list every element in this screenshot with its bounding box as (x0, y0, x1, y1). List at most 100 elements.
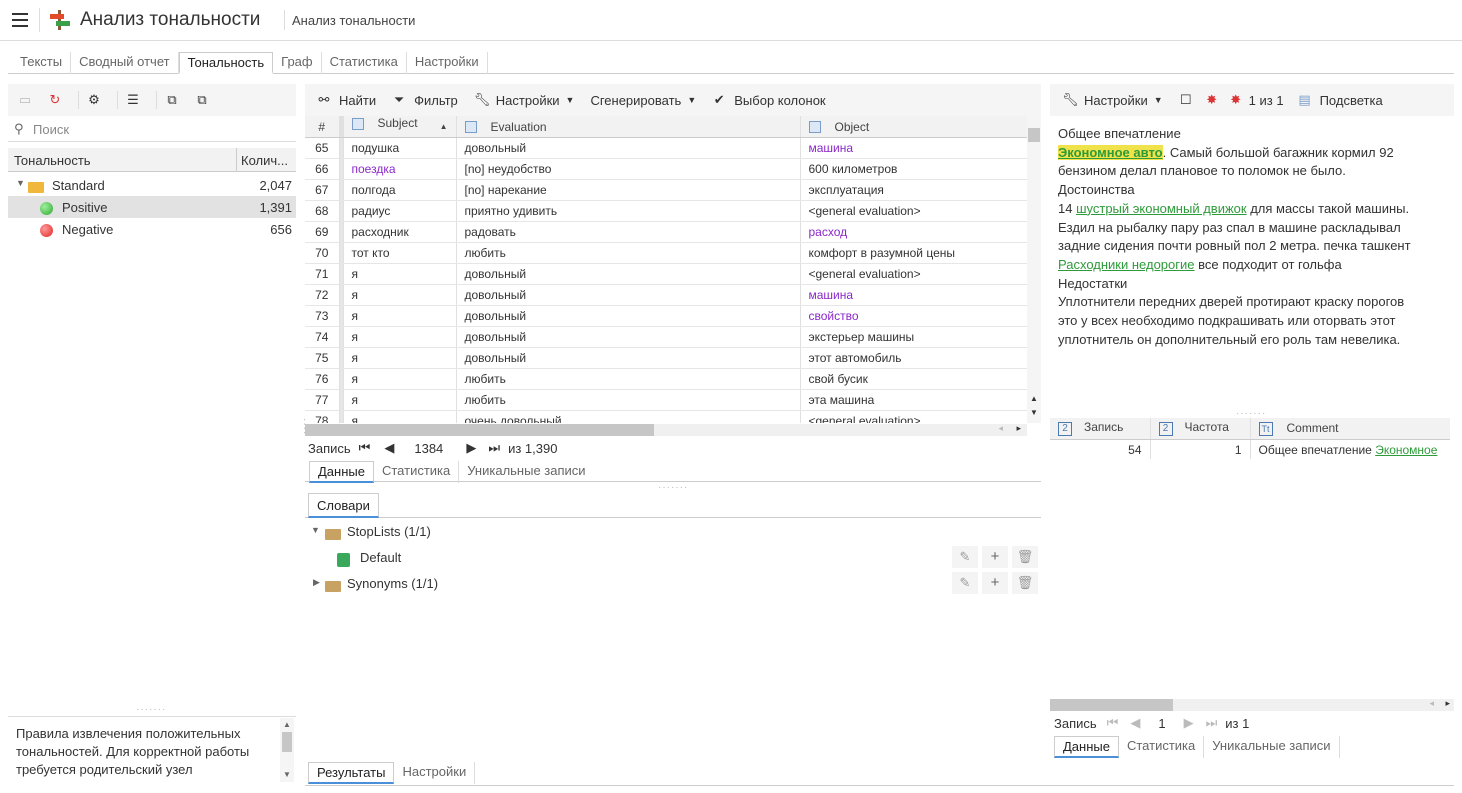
tab-results[interactable]: Результаты (308, 762, 395, 784)
expand-icon[interactable]: ⧉ (165, 93, 179, 107)
edit-icon[interactable]: ✎ (952, 546, 978, 568)
tab-settings-bottom[interactable]: Настройки (394, 762, 476, 784)
table-row[interactable]: 74 я довольный экстерьер машины (305, 326, 1027, 348)
dict-node-synonyms[interactable]: ▶ Synonyms (1/1) ✎ + 🗑︎ (305, 572, 1041, 596)
table-row[interactable]: 68 радиус приятно удивить <general evaluati… (305, 200, 1027, 222)
choose-columns-button[interactable]: ✔ Выбор колонок (712, 92, 826, 108)
center-grid-vscroll[interactable]: ▲ ▼ (1027, 116, 1041, 423)
col-sentiment[interactable]: Тональность (14, 153, 91, 168)
table-row[interactable]: 75 я довольный этот автомобиль (305, 347, 1027, 369)
gear-icon[interactable]: ⚙ (87, 93, 101, 107)
generate-button[interactable]: Сгенерировать ▼ (590, 93, 696, 108)
divider (39, 8, 40, 32)
edit-icon[interactable]: ✎ (952, 572, 978, 594)
table-row[interactable]: 65 подушка довольный машина (305, 137, 1027, 159)
sentiment-link[interactable]: Расходники недорогие (1058, 257, 1195, 272)
tab-statistics[interactable]: Статистика (322, 52, 407, 74)
col-comment[interactable]: Tt Comment (1250, 418, 1450, 440)
collapse-icon[interactable]: ⧉ (195, 93, 209, 107)
search-input[interactable]: Поиск (33, 122, 69, 137)
prev-record-icon[interactable]: ◀ (384, 440, 394, 456)
next-record-icon[interactable]: ▶ (466, 440, 476, 456)
splitter-handle[interactable]: ······· (136, 704, 166, 715)
trash-icon[interactable]: 🗑︎ (1012, 546, 1038, 568)
cell-evaluation: довольный (456, 284, 801, 306)
tab-summary[interactable]: Сводный отчет (71, 52, 179, 74)
tab-texts[interactable]: Тексты (12, 52, 72, 74)
table-row[interactable]: 67 полгода [no] нарекание эксплуатация (305, 179, 1027, 201)
save-icon[interactable]: ▭ (18, 93, 32, 107)
tab-statistics[interactable]: Статистика (1119, 736, 1205, 758)
right-settings-button[interactable]: 🔧︎ Настройки ▼ (1062, 93, 1163, 108)
col-record[interactable]: 2 Запись (1050, 418, 1151, 440)
table-row[interactable]: 77 я любить эта машина (305, 389, 1027, 411)
refresh-icon[interactable]: ↻ (48, 93, 62, 107)
table-row[interactable]: 69 расходник радовать расход (305, 221, 1027, 243)
dict-node-default[interactable]: Default ✎ + 🗑︎ (305, 546, 1041, 570)
col-frequency[interactable]: 2 Частота (1150, 418, 1251, 440)
tab-unique[interactable]: Уникальные записи (459, 461, 593, 483)
tree-node-standard[interactable]: ▼ Standard 2,047 (8, 174, 296, 196)
menu-icon[interactable] (12, 13, 28, 27)
highlight-button[interactable]: ▤ Подсветка (1298, 93, 1382, 108)
first-record-icon[interactable]: ⏮ (359, 440, 371, 456)
table-row[interactable]: 71 я довольный <general evaluation> (305, 263, 1027, 285)
record-input[interactable]: 1 (1158, 716, 1165, 731)
right-grid-hscroll[interactable]: ◂ ▸ (1050, 698, 1454, 711)
table-row[interactable]: 66 поездка [no] неудобство 600 километров (305, 158, 1027, 180)
find-button[interactable]: ⚯ Найти (317, 93, 377, 108)
next-highlight-icon[interactable]: ✸ (1229, 93, 1243, 107)
record-input[interactable]: 1384 (414, 441, 454, 456)
sort-asc-icon[interactable]: ▲ (440, 116, 448, 137)
settings-button[interactable]: 🔧︎ Настройки ▼ (474, 93, 575, 108)
prev-record-icon[interactable]: ◀ (1130, 715, 1140, 731)
table-row[interactable]: 76 я любить свой бусик (305, 368, 1027, 390)
tab-settings[interactable]: Настройки (407, 52, 488, 74)
chevron-down-icon[interactable]: ▼ (16, 178, 25, 188)
splitter-handle[interactable]: ···· (299, 418, 310, 435)
next-record-icon[interactable]: ▶ (1184, 715, 1194, 731)
add-icon[interactable]: + (982, 546, 1008, 568)
cell-number: 70 (305, 242, 340, 264)
chevron-down-icon[interactable]: ▼ (311, 525, 320, 535)
col-object[interactable]: Object (800, 116, 1027, 138)
sentiment-link[interactable]: шустрый экономный движок (1076, 201, 1247, 216)
chevron-right-icon[interactable]: ▶ (313, 577, 320, 588)
highlight-phrase[interactable]: Экономное авто (1058, 144, 1163, 160)
tab-unique[interactable]: Уникальные записи (1204, 736, 1340, 758)
dict-tabs: Словари (308, 493, 379, 518)
table-row[interactable]: 78 я очень довольный <general evaluation> (305, 410, 1027, 423)
last-record-icon[interactable]: ⏭ (1206, 715, 1218, 731)
filter-button[interactable]: ⏷ Фильтр (392, 93, 458, 108)
col-evaluation[interactable]: Evaluation (456, 116, 801, 138)
description-scrollbar[interactable]: ▲ ▼ (280, 718, 294, 782)
tab-graph[interactable]: Граф (273, 52, 322, 74)
center-grid-hscroll[interactable]: ◂ ▸ (305, 423, 1027, 436)
col-subject[interactable]: Subject ▲ (343, 116, 457, 138)
table-row[interactable]: 70 тот кто любить комфорт в разумной цены (305, 242, 1027, 264)
tab-data[interactable]: Данные (309, 461, 374, 483)
col-count[interactable]: Колич... (241, 153, 288, 168)
check-icon: ✔ (713, 92, 725, 107)
table-row[interactable]: 54 1 Общее впечатление Экономное (1050, 438, 1450, 459)
tab-dictionaries[interactable]: Словари (308, 493, 379, 518)
first-record-icon[interactable]: ⏮ (1107, 715, 1119, 731)
tree-node-positive[interactable]: Positive 1,391 (8, 196, 296, 218)
cell-evaluation: любить (456, 389, 801, 411)
table-row[interactable]: 73 я довольный свойство (305, 305, 1027, 327)
tab-statistics[interactable]: Статистика (374, 461, 460, 483)
note-icon[interactable]: ☐ (1179, 93, 1193, 107)
dict-node-stoplists[interactable]: ▼ StopLists (1/1) (305, 521, 1041, 543)
tab-sentiment[interactable]: Тональность (178, 52, 274, 74)
last-record-icon[interactable]: ⏭ (488, 440, 500, 456)
search-box[interactable]: ⚲ Поиск (8, 118, 296, 142)
tree-node-negative[interactable]: Negative 656 (8, 218, 296, 240)
prev-highlight-icon[interactable]: ✸ (1205, 93, 1219, 107)
table-row[interactable]: 72 я довольный машина (305, 284, 1027, 306)
col-number[interactable]: # (305, 116, 340, 138)
splitter-handle[interactable]: ······· (658, 482, 688, 493)
trash-icon[interactable]: 🗑︎ (1012, 572, 1038, 594)
tab-data[interactable]: Данные (1054, 736, 1119, 758)
add-icon[interactable]: + (982, 572, 1008, 594)
list-icon[interactable]: ☰ (126, 93, 140, 107)
